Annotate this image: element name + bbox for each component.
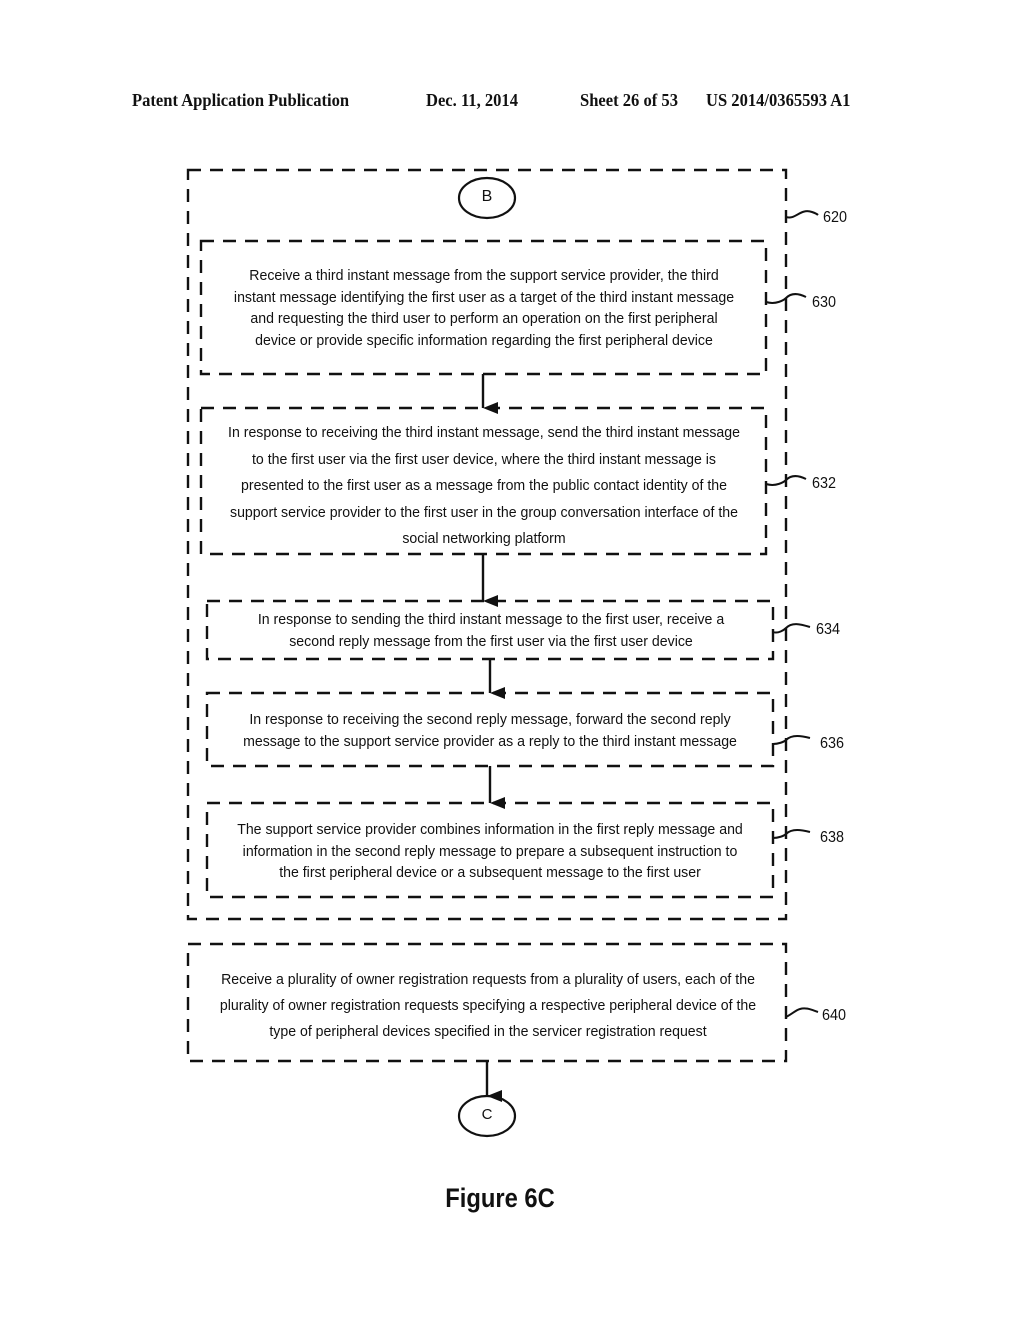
ref-634: 634: [816, 621, 841, 638]
ref-632: 632: [812, 475, 837, 492]
leader-640: [785, 1007, 819, 1018]
step-text-630: Receive a third instant message from the…: [233, 267, 735, 349]
flowchart-graphics: [186, 168, 819, 1138]
connector-b-label: B: [481, 188, 493, 205]
step-text-636: In response to receiving the second repl…: [243, 711, 737, 750]
connector-c-label: C: [481, 1106, 493, 1123]
leader-636: [772, 735, 811, 745]
step-text-634: In response to sending the third instant…: [257, 611, 725, 650]
ref-636: 636: [820, 735, 845, 752]
step-text-640: Receive a plurality of owner registratio…: [219, 971, 757, 1040]
leader-638: [772, 829, 811, 839]
step-text-638: The support service provider combines in…: [237, 821, 743, 881]
ref-630: 630: [812, 294, 837, 311]
leader-634: [772, 623, 811, 634]
figure-caption: Figure 6C: [445, 1183, 555, 1213]
ref-620: 620: [823, 209, 848, 226]
step-text-632: In response to receiving the third insta…: [228, 424, 740, 547]
ref-638: 638: [820, 829, 845, 846]
ref-640: 640: [822, 1007, 847, 1024]
leader-620: [785, 210, 819, 219]
